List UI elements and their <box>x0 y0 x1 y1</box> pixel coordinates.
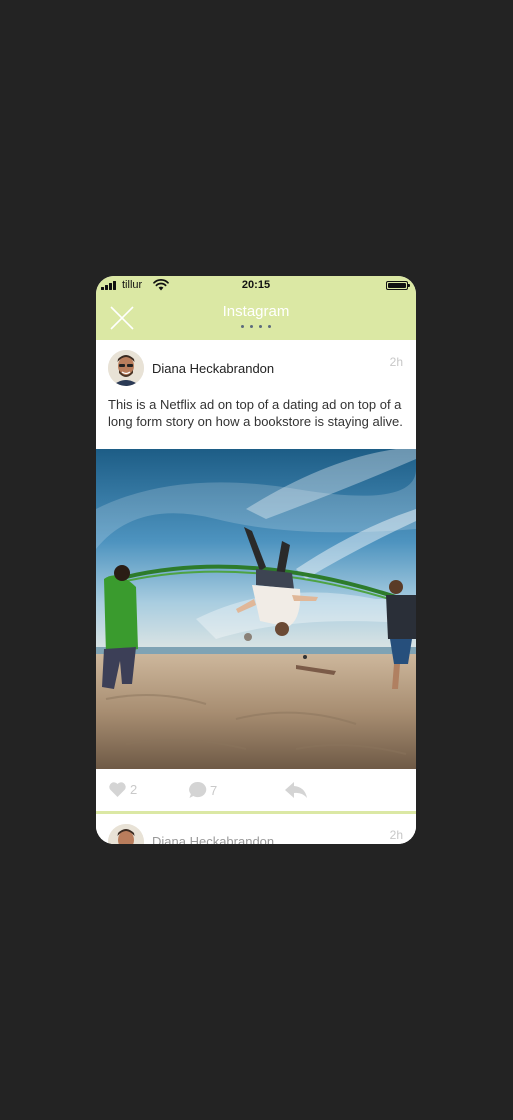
post-author[interactable]: Diana Heckabrandon <box>152 834 274 844</box>
battery-icon <box>386 281 410 290</box>
reply-icon <box>285 782 307 798</box>
page-indicator <box>96 325 416 328</box>
page-dot <box>259 325 262 328</box>
avatar[interactable] <box>108 824 144 844</box>
app-title: Instagram <box>222 303 290 320</box>
like-count: 2 <box>130 782 138 797</box>
page-dot <box>250 325 253 328</box>
status-time: 20:15 <box>241 279 271 291</box>
post-photo[interactable] <box>96 449 416 769</box>
page-dot <box>268 325 271 328</box>
avatar[interactable] <box>108 350 144 386</box>
status-bar: tillur 20:15 <box>96 276 416 296</box>
phone-screen: tillur 20:15 Instagram Diana Heckabrando… <box>96 276 416 844</box>
post-header: Diana Heckabrandon 2h <box>96 340 416 390</box>
heart-icon <box>109 782 126 798</box>
next-post-card[interactable]: Diana Heckabrandon 2h <box>96 814 416 844</box>
post-author[interactable]: Diana Heckabrandon <box>152 361 274 376</box>
post-time: 2h <box>389 828 403 842</box>
like-button[interactable]: 2 <box>108 781 137 798</box>
app-header: Instagram <box>96 296 416 340</box>
post-time: 2h <box>389 355 403 369</box>
post-text: This is a Netflix ad on top of a dating … <box>108 397 403 429</box>
post-actions: 2 7 <box>96 769 416 811</box>
comment-icon <box>189 781 207 799</box>
share-button[interactable] <box>284 781 308 799</box>
comment-count: 7 <box>210 782 218 798</box>
comment-button[interactable]: 7 <box>188 781 217 799</box>
page-dot <box>241 325 244 328</box>
post-card: Diana Heckabrandon 2h This is a Netflix … <box>96 340 416 844</box>
